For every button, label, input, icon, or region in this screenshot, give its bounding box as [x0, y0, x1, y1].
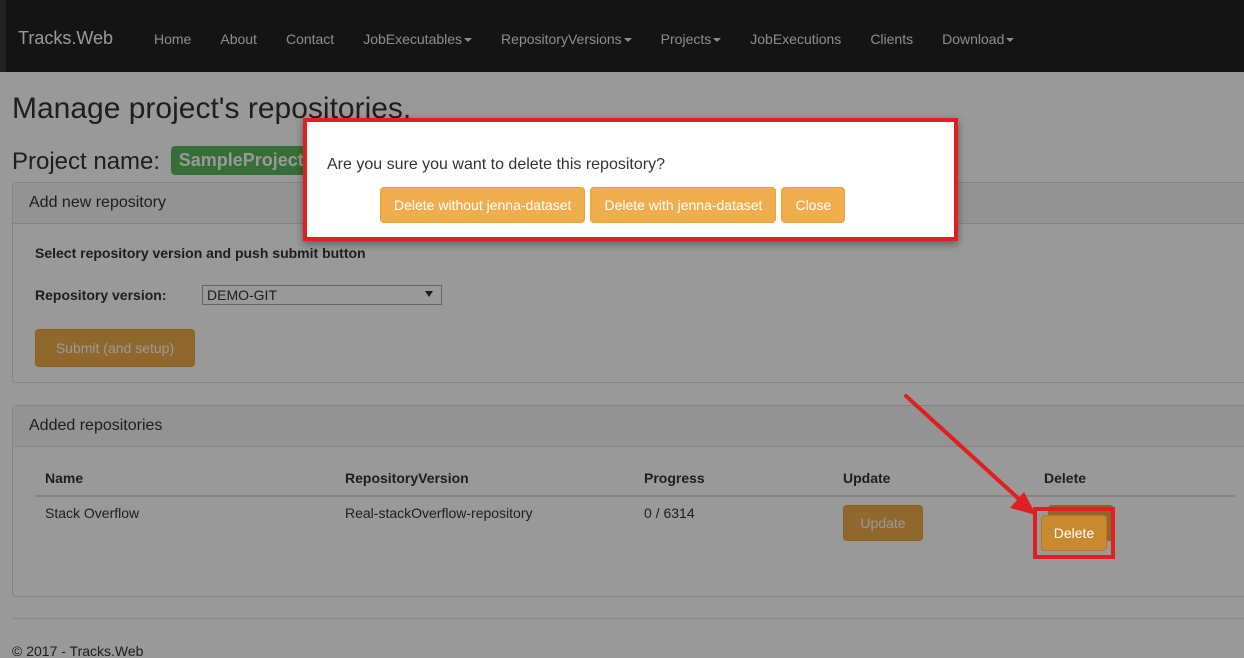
modal-message: Are you sure you want to delete this rep… — [327, 156, 665, 173]
modal-buttons: Delete without jenna-dataset Delete with… — [380, 187, 850, 223]
delete-without-dataset-button[interactable]: Delete without jenna-dataset — [380, 187, 586, 223]
annotation-arrow-icon — [904, 394, 1036, 515]
close-modal-button[interactable]: Close — [781, 187, 846, 223]
delete-confirm-modal: Are you sure you want to delete this rep… — [303, 118, 958, 241]
delete-with-dataset-button[interactable]: Delete with jenna-dataset — [590, 187, 777, 223]
